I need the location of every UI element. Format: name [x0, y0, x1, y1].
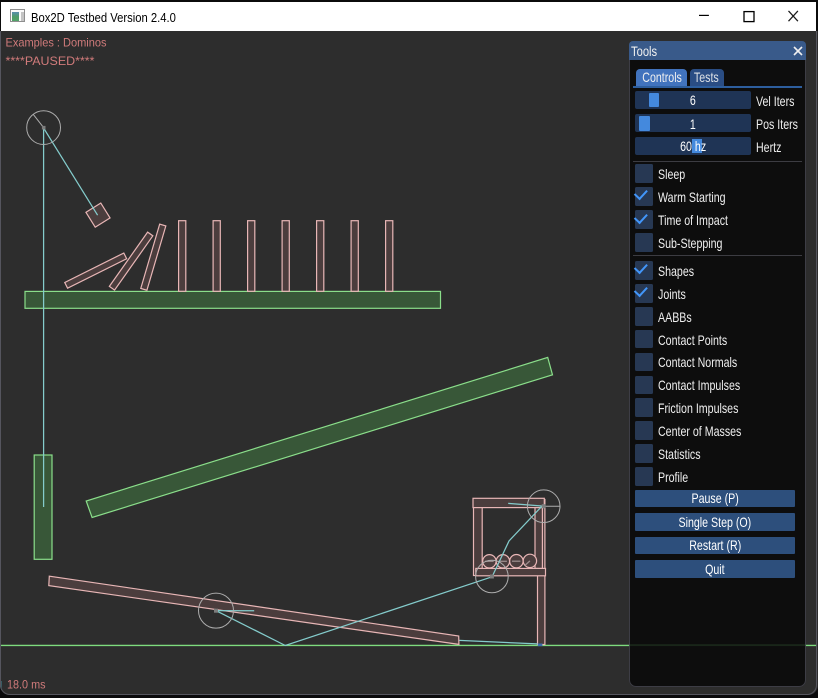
- svg-text:****PAUSED****: ****PAUSED****: [6, 54, 95, 68]
- svg-text:Examples : Dominos: Examples : Dominos: [6, 36, 107, 50]
- svg-text:18.0 ms: 18.0 ms: [7, 677, 46, 691]
